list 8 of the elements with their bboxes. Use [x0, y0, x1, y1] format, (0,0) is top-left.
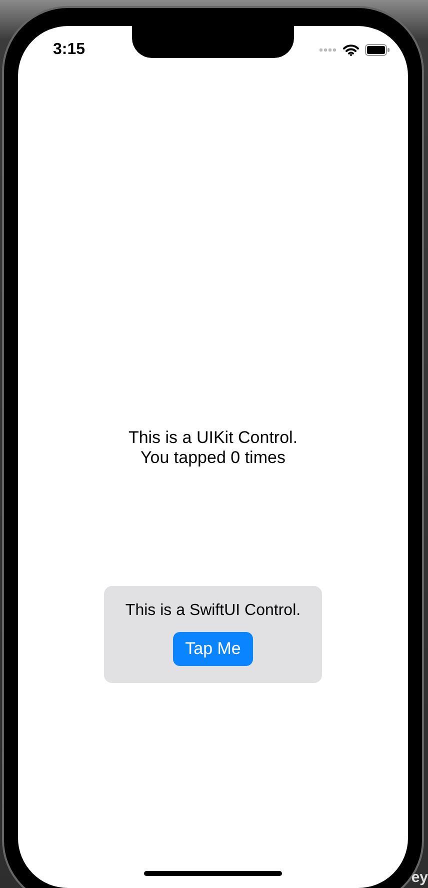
background-text: ey — [411, 869, 428, 886]
battery-icon — [365, 44, 390, 56]
signal-dots-icon — [319, 48, 337, 52]
tap-me-button[interactable]: Tap Me — [173, 632, 253, 666]
uikit-label: This is a UIKit Control. You tapped 0 times — [128, 428, 298, 468]
status-time: 3:15 — [53, 41, 86, 59]
swiftui-label: This is a SwiftUI Control. — [125, 602, 301, 620]
wifi-icon — [343, 44, 359, 56]
